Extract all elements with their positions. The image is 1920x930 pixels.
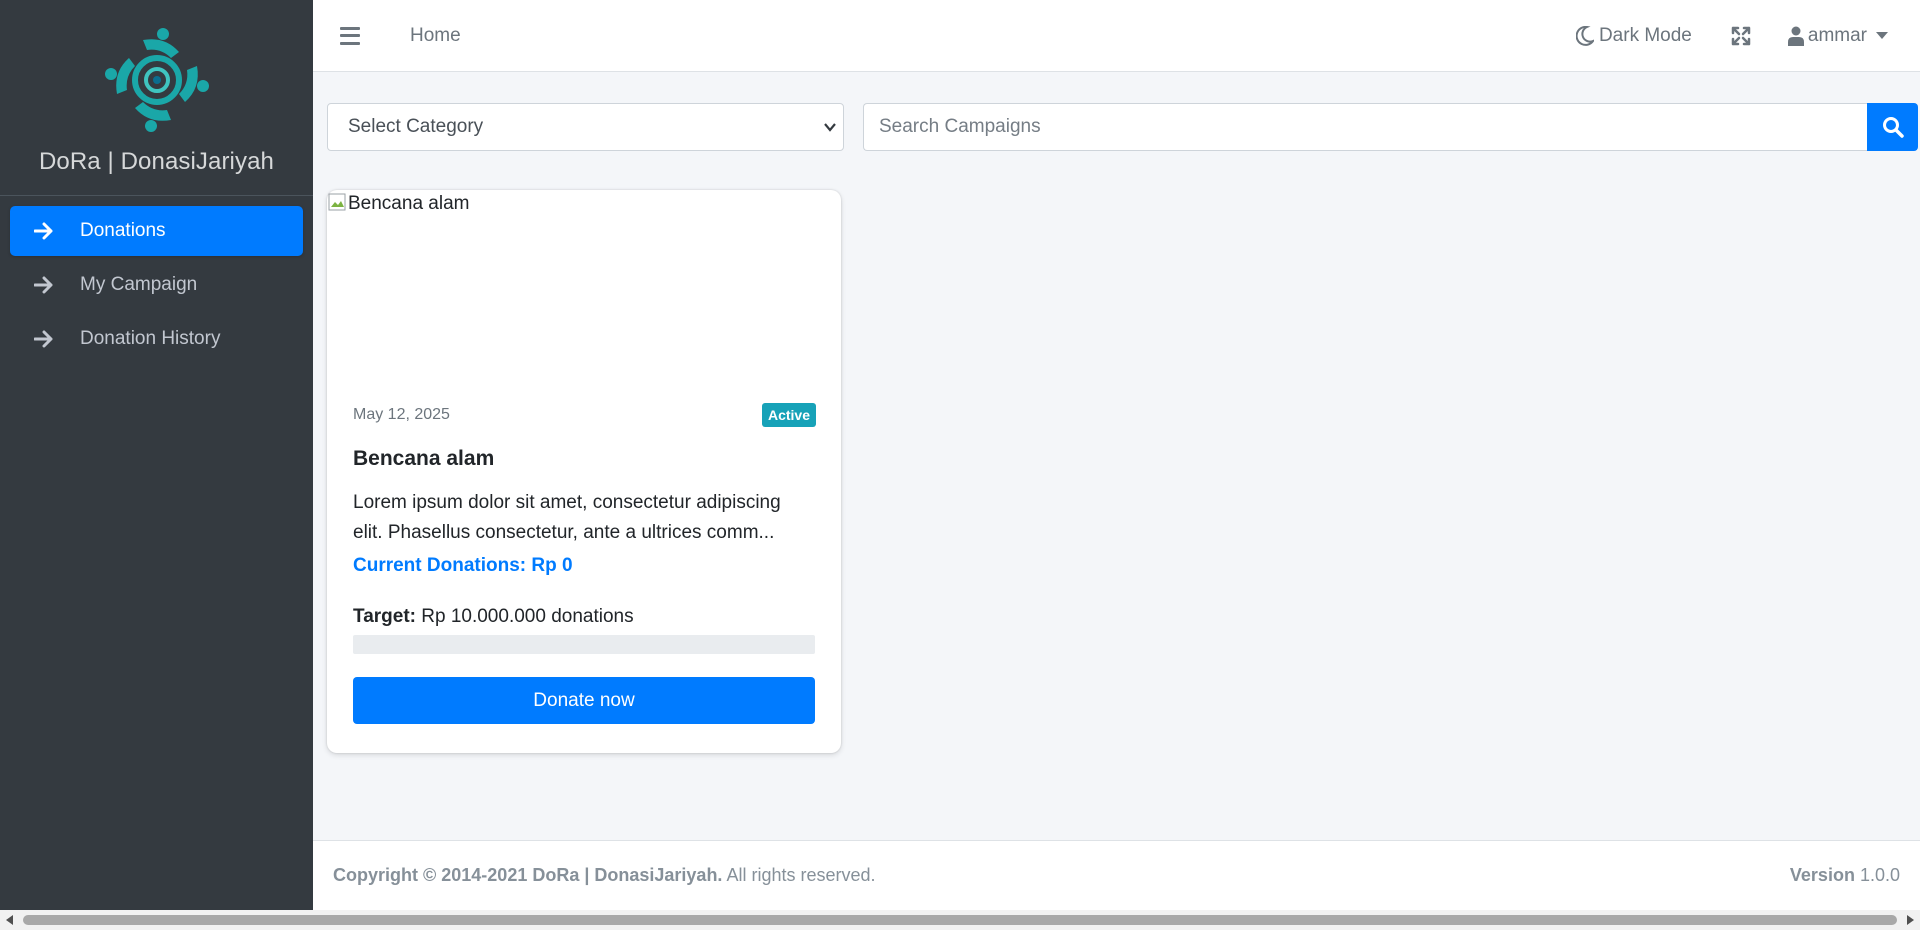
dark-mode-label: Dark Mode: [1598, 24, 1692, 46]
scroll-right-arrow-icon[interactable]: [1900, 910, 1920, 930]
sidebar-item-label: Donations: [80, 220, 166, 241]
broken-image-icon: [328, 193, 346, 211]
search-group: [863, 103, 1918, 151]
footer-version: Version 1.0.0: [1790, 865, 1900, 886]
campaign-target: Target: Rp 10.000.000 donations: [353, 606, 634, 628]
sidebar-item-donations[interactable]: Donations: [10, 206, 303, 256]
brand-logo-icon: [104, 28, 209, 132]
sidebar-item-label: Donation History: [80, 328, 221, 349]
scrollbar-thumb[interactable]: [23, 915, 1897, 925]
topbar: Home Dark Mode ammar: [313, 0, 1920, 72]
search-input[interactable]: [863, 103, 1867, 151]
campaign-description: Lorem ipsum dolor sit amet, consectetur …: [353, 492, 781, 543]
sidebar-item-label: My Campaign: [80, 274, 198, 295]
moon-icon: [1575, 25, 1594, 46]
target-label: Target:: [353, 606, 416, 627]
donation-progress-bar: [353, 635, 815, 654]
chevron-down-icon: [1876, 32, 1888, 39]
footer: Copyright © 2014-2021 DoRa | DonasiJariy…: [313, 840, 1920, 910]
category-select-value: Select Category: [348, 116, 484, 137]
version-number: 1.0.0: [1859, 865, 1900, 885]
horizontal-scrollbar[interactable]: [0, 910, 1920, 930]
version-label: Version: [1789, 865, 1855, 885]
sidebar-nav: Donations My Campaign Donation History: [0, 196, 313, 378]
sidebar-item-donation-history[interactable]: Donation History: [10, 314, 303, 364]
user-name: ammar: [1807, 24, 1867, 46]
arrow-right-icon: [34, 221, 58, 241]
brand-text: DoRa | DonasiJariyah: [38, 148, 274, 175]
fullscreen-icon[interactable]: [1730, 25, 1752, 47]
scrollbar-track[interactable]: [20, 910, 1900, 930]
user-menu[interactable]: ammar: [1787, 24, 1888, 47]
sidebar: DoRa | DonasiJariyah Donations My Campai…: [0, 0, 313, 910]
campaign-image: Bencana alam: [328, 193, 628, 373]
campaign-image-alt: Bencana alam: [348, 193, 470, 214]
arrow-right-icon: [34, 329, 58, 349]
user-icon: [1787, 26, 1804, 46]
arrow-right-icon: [34, 275, 58, 295]
campaign-date: May 12, 2025: [353, 406, 450, 423]
menu-toggle-icon[interactable]: [340, 26, 360, 45]
current-donations: Current Donations: Rp 0: [353, 555, 573, 576]
target-value: Rp 10.000.000 donations: [421, 606, 634, 627]
scroll-left-arrow-icon[interactable]: [0, 910, 20, 930]
topbar-right: Dark Mode ammar: [1575, 24, 1920, 47]
search-icon: [1882, 117, 1904, 138]
copyright-text: Copyright © 2014-2021 DoRa | DonasiJariy…: [333, 865, 723, 885]
rights-text: All rights reserved.: [726, 865, 876, 885]
donate-now-button[interactable]: Donate now: [353, 677, 815, 724]
home-link[interactable]: Home: [410, 25, 461, 47]
footer-copyright: Copyright © 2014-2021 DoRa | DonasiJariy…: [333, 865, 876, 886]
chevron-down-icon: [824, 123, 836, 132]
campaign-card: Bencana alam May 12, 2025 Active Bencana…: [327, 190, 841, 753]
search-button[interactable]: [1867, 103, 1918, 151]
campaign-title: Bencana alam: [353, 447, 495, 470]
brand[interactable]: DoRa | DonasiJariyah: [0, 0, 313, 196]
category-select[interactable]: Select Category: [327, 103, 844, 151]
sidebar-item-my-campaign[interactable]: My Campaign: [10, 260, 303, 310]
dark-mode-toggle[interactable]: Dark Mode: [1575, 24, 1692, 47]
status-badge: Active: [761, 403, 816, 427]
